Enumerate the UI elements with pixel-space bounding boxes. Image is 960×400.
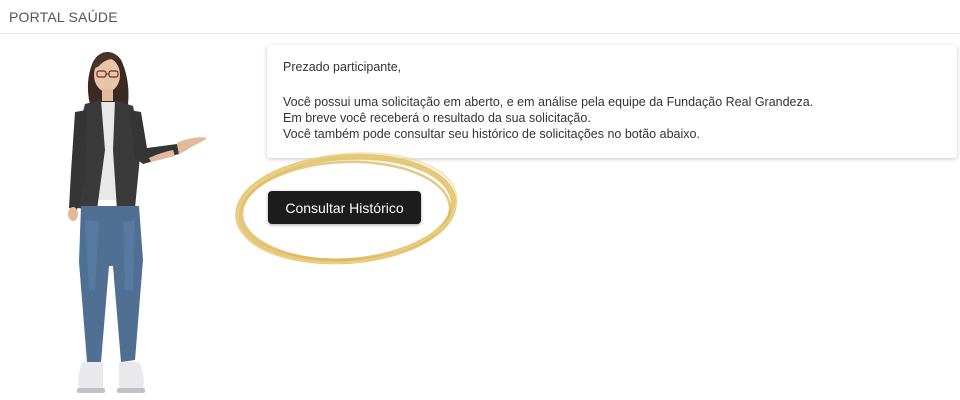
- message-line: Você possui uma solicitação em aberto, e…: [283, 95, 814, 109]
- message-card: Prezado participante, Você possui uma so…: [267, 45, 957, 158]
- assistant-avatar-icon: [68, 51, 207, 393]
- message-line: Em breve você receberá o resultado da su…: [283, 111, 591, 125]
- message-greeting: Prezado participante,: [283, 60, 402, 74]
- message-line: Você também pode consultar seu histórico…: [283, 127, 700, 141]
- page: PORTAL SAÚDE Prezado participante, Você …: [0, 0, 960, 400]
- consult-history-button[interactable]: Consultar Histórico: [268, 191, 421, 224]
- top-bar: PORTAL SAÚDE: [0, 0, 960, 34]
- message-body: Você possui uma solicitação em aberto, e…: [283, 94, 813, 142]
- page-title: PORTAL SAÚDE: [9, 9, 118, 25]
